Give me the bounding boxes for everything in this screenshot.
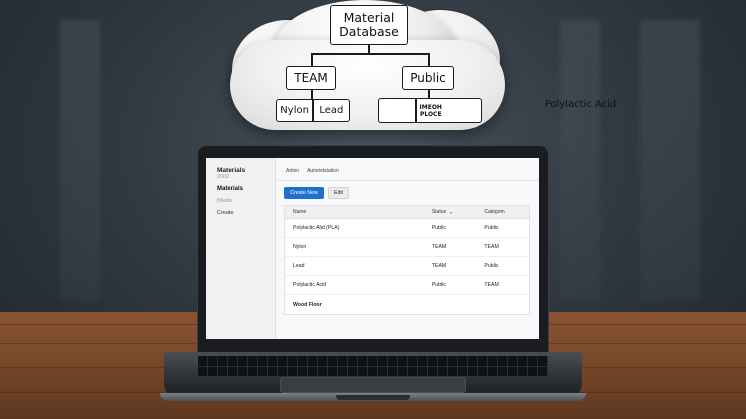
diagram-public-tag: IMEOH PLOCE	[419, 103, 442, 118]
column-header-category[interactable]: Categom	[484, 209, 529, 215]
diagram-team-children-node: Nylon Lead	[276, 99, 350, 122]
table-row[interactable]: Nylon TEAM TEAM	[285, 238, 529, 257]
diagram-root-node: Material Database	[330, 5, 408, 45]
laptop-screen: Materials 2002 Materials |Made Create Ar…	[206, 158, 539, 339]
sidebar-year: 2002	[217, 174, 230, 180]
cloud-diagram: Material Database TEAM Public Nylon Lead…	[220, 0, 616, 130]
column-header-status-label: Status	[431, 209, 447, 215]
cell-category: TEAM	[484, 244, 499, 250]
sidebar-title: Materials	[217, 167, 246, 174]
cell-name: Nylon	[293, 244, 307, 250]
cell-name: Polylactic Acid	[293, 282, 327, 288]
table-header: Name Status ▾ Categom	[285, 206, 529, 219]
diagram-public-node: Public	[402, 66, 454, 90]
cell-name: Wood Floor	[293, 301, 322, 308]
tab-divider	[276, 180, 539, 181]
sidebar-item-create[interactable]: Create	[217, 210, 275, 217]
diagram-lead-label: Lead	[319, 105, 344, 116]
diagram-public-label: Public	[410, 71, 446, 85]
laptop-keyboard	[198, 356, 548, 376]
diagram-root-label: Material Database	[339, 10, 399, 39]
cell-category: Public	[484, 263, 499, 269]
laptop-notch	[336, 395, 410, 400]
cell-name: Lead	[293, 263, 305, 269]
laptop-trackpad	[280, 377, 466, 393]
background-window	[60, 20, 100, 300]
sidebar: Materials 2002 Materials |Made Create	[206, 158, 276, 339]
sidebar-item-made[interactable]: |Made	[217, 198, 275, 205]
diagram-nylon-label: Nylon	[280, 105, 309, 116]
column-header-status[interactable]: Status ▾	[432, 209, 485, 215]
table-row[interactable]: Lead TEAM Public	[285, 257, 529, 276]
diagram-team-node: TEAM	[286, 66, 336, 90]
table-row[interactable]: Wood Floor	[285, 295, 529, 314]
tab-bar: Artien Autorielstation	[286, 168, 339, 178]
tab-autorielstation[interactable]: Autorielstation	[307, 168, 339, 178]
column-header-name[interactable]: Name	[285, 209, 432, 215]
sort-caret-icon[interactable]: ▾	[450, 210, 452, 215]
cell-status: Public	[431, 225, 446, 231]
diagram-public-child-node: Polylactic Acid IMEOH PLOCE	[378, 98, 616, 123]
diagram-team-label: TEAM	[294, 71, 328, 85]
edit-button[interactable]: Edit	[328, 187, 349, 199]
create-new-button[interactable]: Create New	[284, 187, 324, 199]
materials-table: Name Status ▾ Categom Polylactic Alid (P…	[284, 205, 530, 315]
cell-category: TEAM	[484, 282, 499, 288]
table-row[interactable]: Polylactic Acid Public TEAM	[285, 276, 529, 295]
cell-category: Public	[484, 225, 499, 231]
main-content: Artien Autorielstation Create New Edit N…	[276, 158, 539, 339]
tab-artien[interactable]: Artien	[286, 168, 299, 178]
cell-status: TEAM	[431, 263, 447, 269]
cell-status: Public	[431, 282, 446, 288]
sidebar-item-materials[interactable]: Materials	[217, 186, 275, 193]
cell-status: TEAM	[431, 244, 447, 250]
cell-name: Polylactic Alid (PLA)	[293, 225, 340, 231]
table-row[interactable]: Polylactic Alid (PLA) Public Public	[285, 219, 529, 238]
